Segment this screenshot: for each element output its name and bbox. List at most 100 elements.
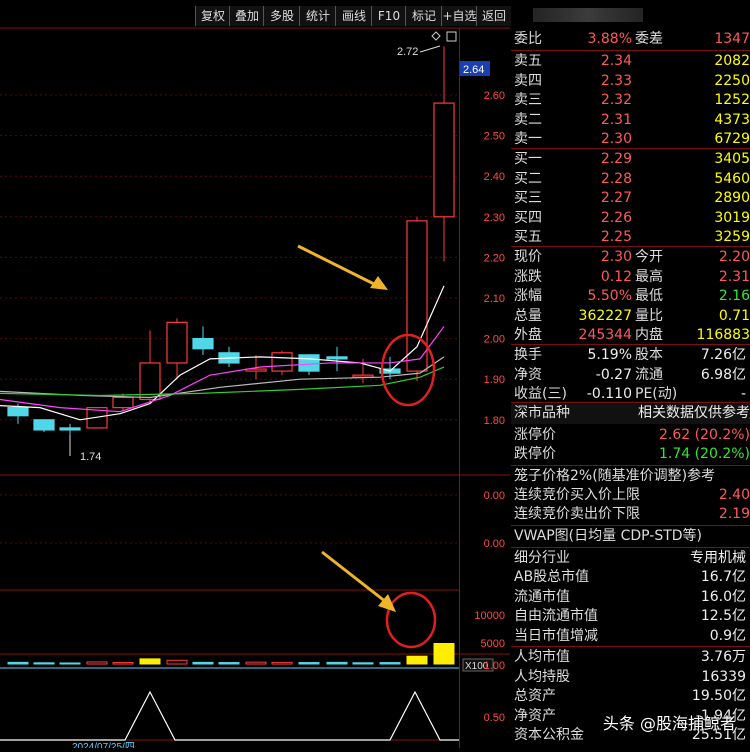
ask-row: 卖四 2.33 2250 [511,72,750,92]
price-tick-label: 2.20 [484,252,505,264]
stat-value: 5.50% [587,288,632,304]
volume-bar [433,643,455,665]
toolbar-button[interactable]: 叠加 [229,6,264,26]
stat-label: 现价 [514,249,542,265]
cap-value: 12.5亿 [700,608,746,624]
volume-bar [245,661,267,665]
candle-body [406,220,428,372]
vwap-row[interactable]: VWAP图(日均量 CDP-STD等) [511,527,750,547]
bid-upper-value: 2.40 [718,487,750,503]
stat-value: 362227 [578,307,632,324]
per-label: 人均持股 [514,668,570,685]
ask-price: 2.33 [600,72,632,89]
per-value: 16339 [701,668,746,685]
market-note: 相关数据仅供参考 [638,405,750,421]
per-label: 人均市值 [514,649,570,665]
volume-bar [59,662,81,665]
cap-label: AB股总市值 [514,569,590,585]
per-label: 资本公积金 [514,727,584,743]
arrow-line [297,244,377,287]
ask-row: 卖二 2.31 4373 [511,111,750,131]
fund-value-2: 7.26亿 [700,347,746,363]
highlight-circle [385,591,437,649]
weibi-label: 委比 [514,31,542,47]
price-tick-label: 2.10 [484,293,505,305]
stat-value: 0.12 [600,268,632,285]
volume-bar [166,659,188,665]
ask-volume: 6729 [714,131,750,147]
ask-price: 2.30 [600,131,632,147]
candle-body [298,354,320,372]
cap-row: 自由流通市值 12.5亿 [511,607,750,627]
ask-price: 2.31 [600,111,632,128]
per-value: 3.76万 [700,649,746,665]
stat-label-2: 最高 [635,268,663,285]
toolbar-button[interactable]: 返回 [476,6,511,26]
toolbar-button[interactable]: +自选 [441,6,477,26]
panel-toggle-icon [446,31,457,42]
bid-row: 买三 2.27 2890 [511,189,750,209]
candle-body [33,419,55,431]
bid-price: 2.27 [600,190,632,206]
stat-value-2: 116883 [696,327,750,343]
price-tick-label: 2.00 [484,334,505,346]
bid-volume: 3019 [714,209,750,226]
kline-chart-panel[interactable]: 2.60 2.50 2.40 2.30 2.20 2.10 2.00 1.90 1.80 2.64… [0,0,511,752]
per-label: 总资产 [514,688,556,704]
diamond-icon [431,31,441,41]
toolbar-button[interactable]: F10 [371,6,406,26]
fund-label-2: 流通 [635,366,663,383]
stat-value: 2.30 [600,249,632,265]
quote-panel: 委比 3.88% 委差 1347 卖五 2.34 2082 卖四 2.33 2250 卖三 2… [511,30,750,748]
indicator-tick-label: 0.00 [484,490,505,502]
toolbar-button[interactable]: 复权 [195,6,230,26]
fund-value: 5.19% [587,347,632,363]
candle-body [271,352,293,372]
toolbar-button[interactable]: 画线 [335,6,372,26]
ask-volume: 2082 [714,53,750,69]
industry-row: 细分行业 专用机械 [511,549,750,569]
bid-label: 买四 [514,209,542,226]
bid-price: 2.29 [600,151,632,167]
price-tick-label: 2.50 [484,131,505,143]
per-value: 19.50亿 [691,688,746,704]
candle-body [7,407,29,417]
kline-chart-svg[interactable]: 2.60 2.50 2.40 2.30 2.20 2.10 2.00 1.90 1.80 2.64… [0,0,510,752]
volume-bar [326,661,348,665]
cap-row: 流通市值 16.0亿 [511,588,750,608]
candle-body [166,321,188,364]
candle-body [59,427,81,431]
cap-value: 0.9亿 [709,627,746,644]
fund-label: 净资 [514,366,542,383]
bid-volume: 3405 [714,151,750,167]
weicha-value: 1347 [714,31,750,47]
volume-tick-label: 5000 [481,638,505,650]
volume-bar [33,662,55,665]
per-label: 净资产 [514,707,556,724]
bid-upper-row: 连续竞价买入价上限 2.40 [511,486,750,506]
cap-label: 流通市值 [514,588,570,605]
price-tick-label: 2.40 [484,171,505,183]
date-label: 2024/07/25/四 [72,742,135,748]
stat-row: 现价 2.30 今开 2.20 [511,248,750,268]
toolbar-button[interactable]: 统计 [299,6,336,26]
ask-lower-row: 连续竞价卖出价下限 2.19 [511,505,750,525]
chart-toolbar: 复权 叠加 多股 统计 画线 F10 标记 +自选 返回 [0,6,511,26]
limit-up-label: 涨停价 [514,427,556,443]
bid-label: 买五 [514,229,542,245]
stat-label-2: 量比 [635,307,663,324]
ma60-line [0,366,445,397]
stat-value-2: 0.71 [718,307,750,324]
ask-label: 卖五 [514,53,542,69]
price-tick-label: 1.90 [484,374,505,386]
per-row: 总资产 19.50亿 [511,687,750,707]
cap-value: 16.0亿 [700,588,746,605]
fund-label: 换手 [514,347,542,363]
toolbar-button[interactable]: 多股 [263,6,300,26]
per-row: 人均持股 16339 [511,668,750,688]
bid-row: 买一 2.29 3405 [511,150,750,170]
toolbar-button[interactable]: 标记 [405,6,442,26]
cage-row: 笼子价格2%(随基准价调整)参考 [511,467,750,487]
price-tick-label: 2.60 [484,90,505,102]
high-pointer [419,45,441,53]
